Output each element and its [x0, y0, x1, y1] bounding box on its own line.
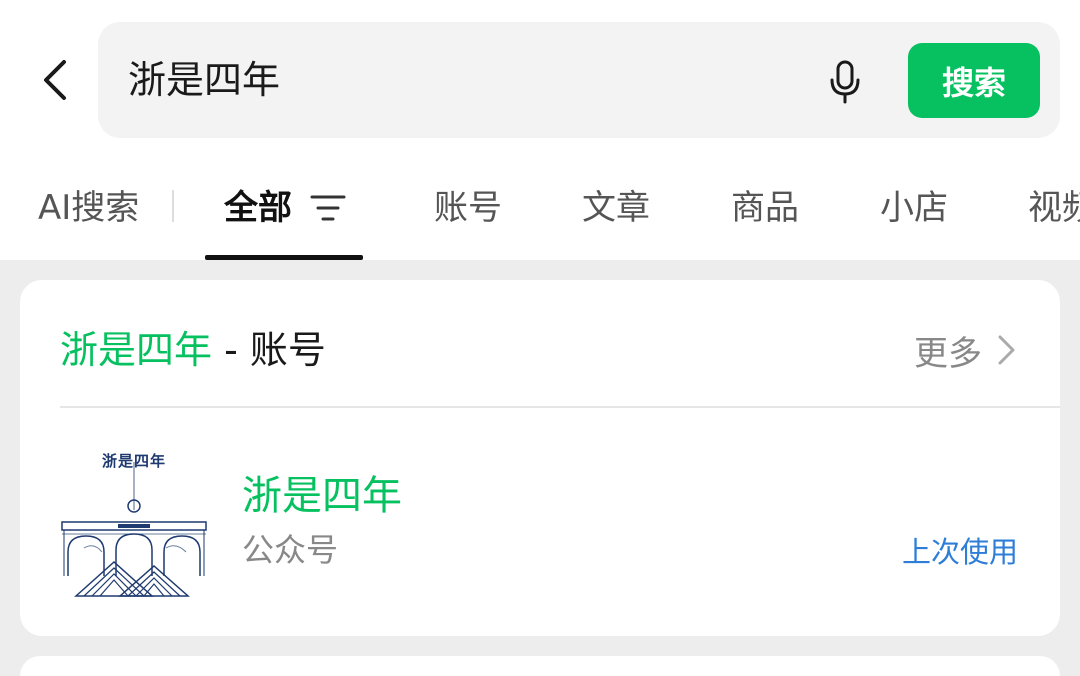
voice-input-button[interactable] [820, 54, 870, 110]
next-result-card [20, 656, 1060, 676]
search-input[interactable]: 浙是四年 [128, 55, 280, 105]
section-title-suffix: - 账号 [212, 328, 326, 372]
account-result-item[interactable]: 浙是四年 浙是四年 公众号 上次使用 [20, 408, 1060, 636]
account-avatar: 浙是四年 [54, 444, 214, 604]
avatar-logo-text: 浙是四年 [101, 452, 166, 470]
tab-divider [172, 190, 174, 222]
active-tab-indicator [205, 255, 363, 260]
tab-videos[interactable]: 视频 [1028, 184, 1080, 232]
tab-ai-search[interactable]: AI搜索 [38, 184, 139, 232]
back-button[interactable] [30, 52, 80, 108]
tab-shops[interactable]: 小店 [880, 184, 948, 232]
section-title: 浙是四年 - 账号 [60, 322, 326, 378]
tab-articles[interactable]: 文章 [582, 184, 650, 232]
search-header: 浙是四年 搜索 AI搜索 全部 账号 文章 商品 小店 视频 [0, 0, 1080, 260]
more-link[interactable]: 更多 [914, 322, 1016, 378]
tab-products[interactable]: 商品 [731, 184, 799, 232]
tab-all[interactable]: 全部 [224, 184, 292, 232]
tab-accounts[interactable]: 账号 [434, 184, 502, 232]
account-name: 浙是四年 [242, 473, 402, 519]
account-type: 公众号 [242, 531, 339, 569]
search-tabs: AI搜索 全部 账号 文章 商品 小店 视频 [0, 166, 1080, 260]
filter-icon[interactable] [310, 194, 346, 222]
section-title-keyword: 浙是四年 [60, 328, 213, 372]
chevron-right-icon [998, 335, 1015, 365]
accounts-result-card: 浙是四年 - 账号 更多 浙是四年 浙是四年 公众号 上次使用 [20, 280, 1060, 636]
microphone-icon [830, 60, 860, 104]
recently-used-badge: 上次使用 [901, 535, 1018, 569]
search-box[interactable]: 浙是四年 搜索 [98, 22, 1060, 138]
search-button[interactable]: 搜索 [908, 43, 1040, 118]
more-label: 更多 [914, 333, 982, 374]
back-chevron-icon [44, 60, 66, 100]
